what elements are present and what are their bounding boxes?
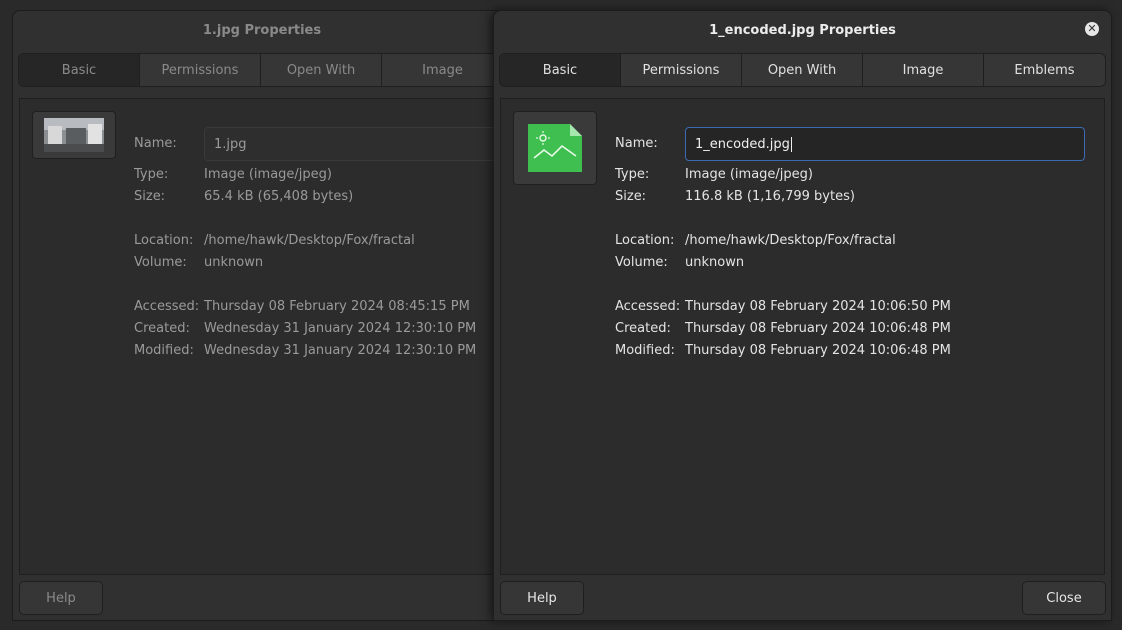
name-label: Name: [615,136,658,151]
tab-basic[interactable]: Basic [19,54,140,86]
tab-bar: Basic Permissions Open With Image Emblem… [499,53,1106,87]
volume-label: Volume: [134,255,187,270]
modified-value: Wednesday 31 January 2024 12:30:10 PM [204,343,477,358]
volume-value: unknown [204,255,264,270]
volume-value: unknown [685,255,745,270]
location-label: Location: [134,233,194,248]
type-value: Image (image/jpeg) [204,167,332,182]
location-value: /home/hawk/Desktop/Fox/fractal [204,233,415,248]
tab-emblems[interactable]: Emblems [984,54,1105,86]
close-icon[interactable]: ✕ [1085,22,1099,36]
type-value: Image (image/jpeg) [685,167,813,182]
tab-image[interactable]: Image [382,54,503,86]
close-button[interactable]: Close [1022,581,1106,615]
created-label: Created: [134,321,190,336]
properties-window-1-encoded-jpg: 1_encoded.jpg Properties ✕ Basic Permiss… [493,10,1112,621]
window-title: 1.jpg Properties [202,22,322,38]
basic-panel: Name: 1_encoded.jpg Type: Image (image/j… [500,98,1105,575]
created-label: Created: [615,321,671,336]
location-value: /home/hawk/Desktop/Fox/fractal [685,233,896,248]
size-label: Size: [615,189,647,204]
name-label: Name: [134,136,177,151]
name-input[interactable]: 1_encoded.jpg [685,127,1085,161]
type-label: Type: [615,167,650,182]
tab-bar: Basic Permissions Open With Image [18,53,504,87]
image-file-icon [528,124,582,172]
help-button[interactable]: Help [19,581,103,615]
modified-label: Modified: [134,343,194,358]
volume-label: Volume: [615,255,668,270]
modified-label: Modified: [615,343,675,358]
properties-window-1jpg: 1.jpg Properties Basic Permissions Open … [12,10,512,621]
tab-permissions[interactable]: Permissions [140,54,261,86]
accessed-label: Accessed: [615,299,681,314]
name-input[interactable]: 1.jpg [204,127,511,161]
help-button[interactable]: Help [500,581,584,615]
photo-thumbnail [32,111,116,159]
accessed-value: Thursday 08 February 2024 08:45:15 PM [204,299,470,314]
accessed-label: Accessed: [134,299,200,314]
size-value: 116.8 kB (1,16,799 bytes) [685,189,855,204]
text-caret [790,136,792,152]
tab-image[interactable]: Image [863,54,984,86]
image-file-icon-frame [513,111,597,185]
name-input-value: 1_encoded.jpg [695,136,790,152]
accessed-value: Thursday 08 February 2024 10:06:50 PM [685,299,951,314]
photo-thumbnail-icon [44,118,104,152]
modified-value: Thursday 08 February 2024 10:06:48 PM [685,343,951,358]
type-label: Type: [134,167,169,182]
window-title: 1_encoded.jpg Properties [709,22,896,38]
tab-basic[interactable]: Basic [500,54,621,86]
size-label: Size: [134,189,166,204]
size-value: 65.4 kB (65,408 bytes) [204,189,354,204]
tab-permissions[interactable]: Permissions [621,54,742,86]
created-value: Thursday 08 February 2024 10:06:48 PM [685,321,951,336]
tab-open-with[interactable]: Open With [261,54,382,86]
tab-open-with[interactable]: Open With [742,54,863,86]
created-value: Wednesday 31 January 2024 12:30:10 PM [204,321,477,336]
basic-panel: Name: 1.jpg Type: Image (image/jpeg) Siz… [19,98,511,575]
location-label: Location: [615,233,675,248]
